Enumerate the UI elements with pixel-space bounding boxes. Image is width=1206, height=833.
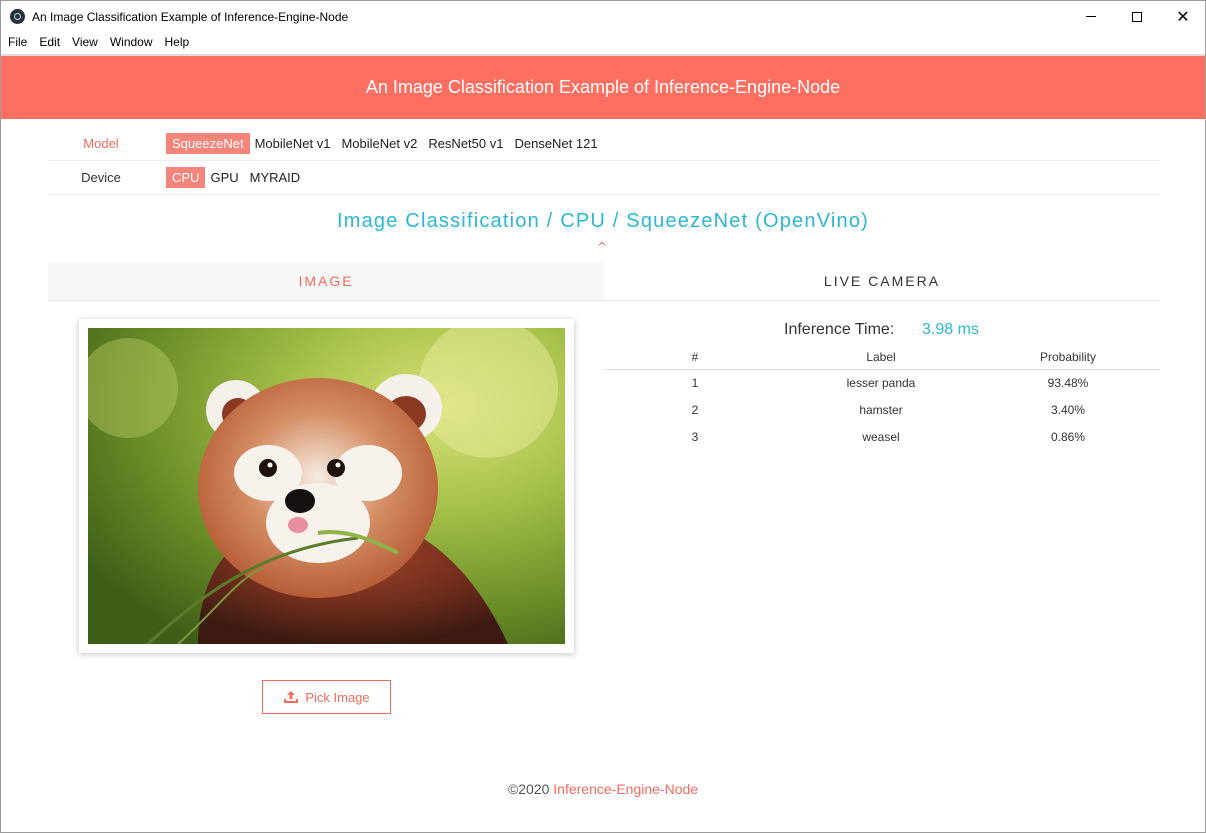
- device-option-myraid[interactable]: MYRAID: [245, 167, 307, 188]
- table-row: 2 hamster 3.40%: [603, 397, 1160, 424]
- tab-bar: IMAGE LIVE CAMERA: [48, 262, 1160, 301]
- close-icon: ✕: [1176, 6, 1190, 26]
- menu-help[interactable]: Help: [165, 35, 190, 49]
- device-label: Device: [81, 170, 121, 185]
- pick-image-button[interactable]: Pick Image: [262, 680, 391, 714]
- header-probability: Probability: [1039, 350, 1097, 364]
- page-footer: ©2020 Inference-Engine-Node: [1, 781, 1205, 797]
- result-probability: 3.40%: [1050, 403, 1086, 417]
- results-header-row: # Label Probability: [603, 345, 1160, 370]
- footer-copyright: ©2020: [507, 781, 550, 797]
- table-row: 3 weasel 0.86%: [603, 424, 1160, 451]
- result-probability: 93.48%: [1047, 376, 1089, 390]
- menu-edit[interactable]: Edit: [39, 35, 60, 49]
- tab-image[interactable]: IMAGE: [48, 262, 604, 300]
- app-window: An Image Classification Example of Infer…: [0, 0, 1206, 833]
- result-rank: 1: [691, 376, 699, 390]
- menu-bar: File Edit View Window Help: [1, 32, 1205, 52]
- header-label: Label: [866, 350, 896, 364]
- result-label: hamster: [859, 403, 903, 417]
- menu-view[interactable]: View: [72, 35, 98, 49]
- footer-link[interactable]: Inference-Engine-Node: [553, 781, 698, 797]
- model-option-mobilenet-v2[interactable]: MobileNet v2: [336, 133, 423, 154]
- result-label: weasel: [862, 430, 900, 444]
- table-row: 1 lesser panda 93.48%: [603, 370, 1160, 397]
- device-options: CPU GPU MYRAID: [166, 167, 306, 188]
- maximize-icon: [1132, 11, 1142, 22]
- page-header: An Image Classification Example of Infer…: [1, 56, 1205, 119]
- maximize-button[interactable]: [1114, 1, 1160, 32]
- page-title: An Image Classification Example of Infer…: [365, 77, 841, 97]
- result-label: lesser panda: [846, 376, 916, 390]
- window-title: An Image Classification Example of Infer…: [32, 10, 349, 24]
- menu-window[interactable]: Window: [110, 35, 153, 49]
- model-option-squeezenet[interactable]: SqueezeNet: [166, 133, 250, 154]
- model-option-densenet-121[interactable]: DenseNet 121: [509, 133, 603, 154]
- menu-file[interactable]: File: [8, 35, 27, 49]
- header-rank: #: [691, 350, 699, 364]
- model-option-mobilenet-v1[interactable]: MobileNet v1: [250, 133, 337, 154]
- results-table: # Label Probability 1 lesser panda 93.48…: [603, 345, 1160, 451]
- classification-subtitle: Image Classification / CPU / SqueezeNet …: [336, 210, 870, 232]
- close-button[interactable]: ✕: [1160, 1, 1205, 32]
- model-selector-row: Model SqueezeNet MobileNet v1 MobileNet …: [48, 127, 1160, 161]
- minimize-button[interactable]: [1068, 1, 1114, 32]
- device-selector-row: Device CPU GPU MYRAID: [48, 161, 1160, 195]
- chevron-up-icon[interactable]: ^: [597, 240, 607, 254]
- title-bar: An Image Classification Example of Infer…: [1, 1, 1205, 32]
- inference-time: Inference Time: 3.98 ms: [603, 321, 1160, 341]
- minimize-icon: [1086, 16, 1096, 17]
- image-preview-card: [79, 319, 574, 653]
- model-option-resnet50-v1[interactable]: ResNet50 v1: [423, 133, 509, 154]
- inference-time-label: Inference Time:: [784, 321, 895, 338]
- upload-icon: [284, 691, 299, 703]
- red-panda-photo: [88, 328, 565, 644]
- result-rank: 2: [691, 403, 699, 417]
- inference-time-value: 3.98 ms: [922, 321, 979, 338]
- model-options: SqueezeNet MobileNet v1 MobileNet v2 Res…: [166, 133, 604, 154]
- electron-app-icon: [10, 9, 25, 24]
- result-probability: 0.86%: [1050, 430, 1086, 444]
- model-label: Model: [83, 136, 119, 151]
- pick-image-label: Pick Image: [305, 689, 370, 705]
- device-option-gpu[interactable]: GPU: [205, 167, 244, 188]
- device-option-cpu[interactable]: CPU: [166, 167, 206, 188]
- tab-live-camera[interactable]: LIVE CAMERA: [604, 262, 1160, 300]
- result-rank: 3: [691, 430, 699, 444]
- red-panda-illustration: [88, 328, 565, 644]
